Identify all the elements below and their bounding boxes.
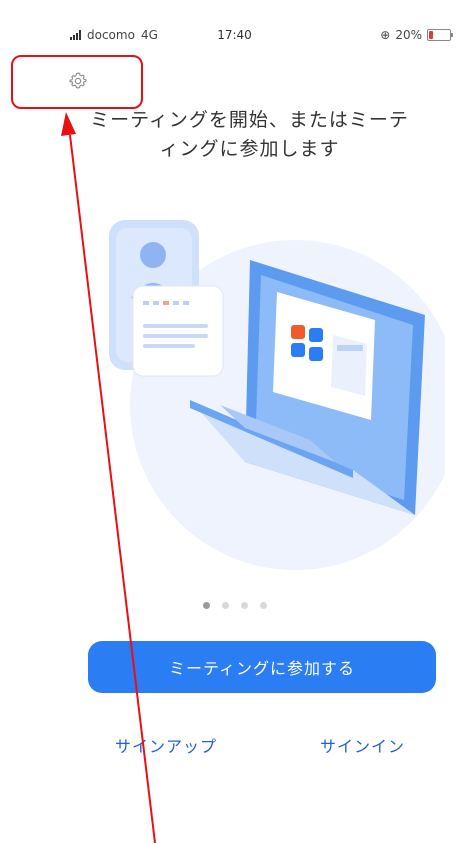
meeting-illustration (109, 220, 445, 570)
sign-up-link[interactable]: サインアップ (115, 733, 217, 757)
headline-line-2: ィングに参加します (159, 138, 340, 160)
page-indicator (0, 602, 469, 609)
phone-card-illustration (109, 220, 224, 377)
battery-icon (427, 29, 453, 41)
orientation-lock-icon: ⊕ (380, 28, 391, 42)
page-dot-3[interactable] (240, 602, 248, 609)
gear-icon (69, 72, 87, 89)
battery-percent: 20% (395, 28, 422, 42)
status-bar: docomo 4G 17:40 ⊕ 20% (0, 0, 469, 60)
page-dot-4[interactable] (259, 602, 267, 609)
headline-line-1: ミーティングを開始、またはミーテ (90, 109, 409, 131)
page-dot-1[interactable] (202, 602, 210, 609)
battery-fill (429, 31, 433, 39)
join-meeting-button[interactable]: ミーティングに参加する (88, 641, 436, 693)
sign-in-link[interactable]: サインイン (320, 733, 405, 757)
battery-info: ⊕ 20% (380, 28, 453, 42)
settings-button[interactable] (64, 67, 92, 95)
page-title: ミーティングを開始、またはミーテ ィングに参加します (60, 106, 439, 164)
page-dot-2[interactable] (221, 602, 229, 609)
